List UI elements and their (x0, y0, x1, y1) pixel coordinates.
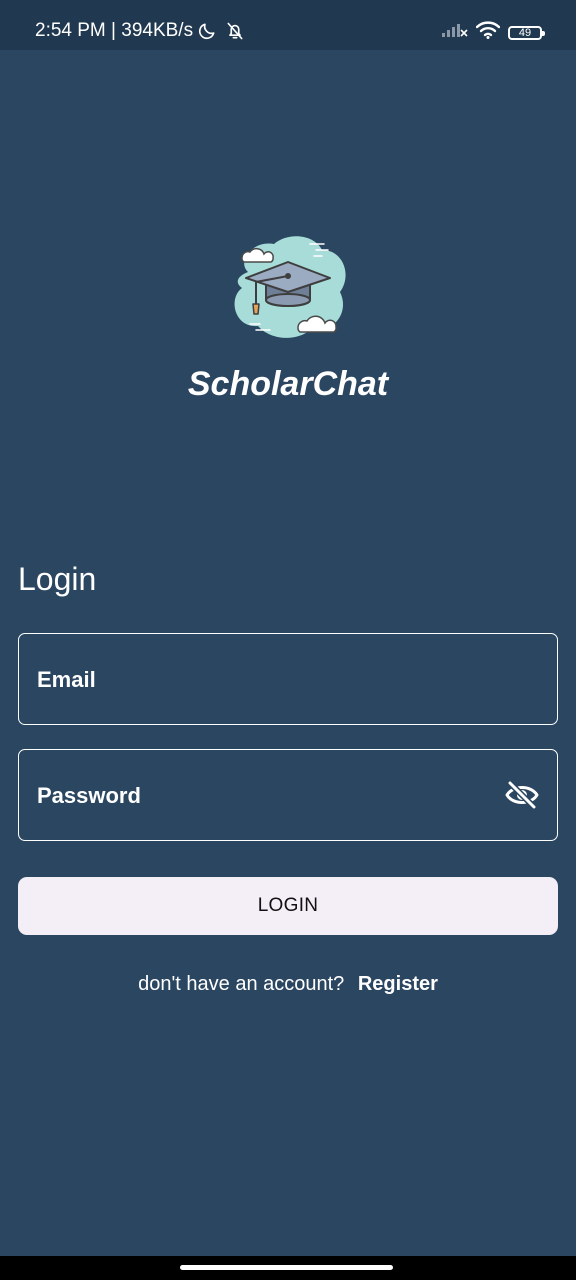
status-right: 49 (442, 21, 545, 44)
graduation-cap-icon (226, 232, 351, 340)
status-time: 2:54 PM (35, 20, 106, 41)
status-left: 2:54 PM | 394KB/s (35, 20, 245, 42)
password-input[interactable] (35, 750, 499, 842)
register-prompt: don't have an account? (138, 973, 345, 995)
status-bar: 2:54 PM | 394KB/s 49 (0, 0, 576, 50)
app-title: ScholarChat (187, 365, 389, 403)
eye-off-icon[interactable] (505, 780, 539, 810)
navigation-bar (0, 1256, 576, 1280)
moon-icon (197, 21, 217, 41)
register-link[interactable]: Register (358, 973, 438, 995)
status-separator: | (105, 20, 122, 41)
login-title: Login (18, 561, 97, 597)
battery-level: 49 (518, 26, 532, 39)
login-button[interactable]: LOGIN (18, 877, 558, 935)
email-field[interactable] (18, 633, 558, 726)
signal-icon (442, 22, 468, 43)
password-field[interactable] (18, 749, 558, 842)
home-indicator[interactable] (180, 1265, 393, 1270)
wifi-icon (475, 21, 501, 44)
email-input[interactable] (35, 634, 499, 726)
register-row: don't have an account? Register (0, 973, 576, 996)
bell-off-icon (225, 21, 245, 41)
battery-icon: 49 (508, 25, 545, 40)
network-speed: 394KB/s (121, 20, 194, 41)
